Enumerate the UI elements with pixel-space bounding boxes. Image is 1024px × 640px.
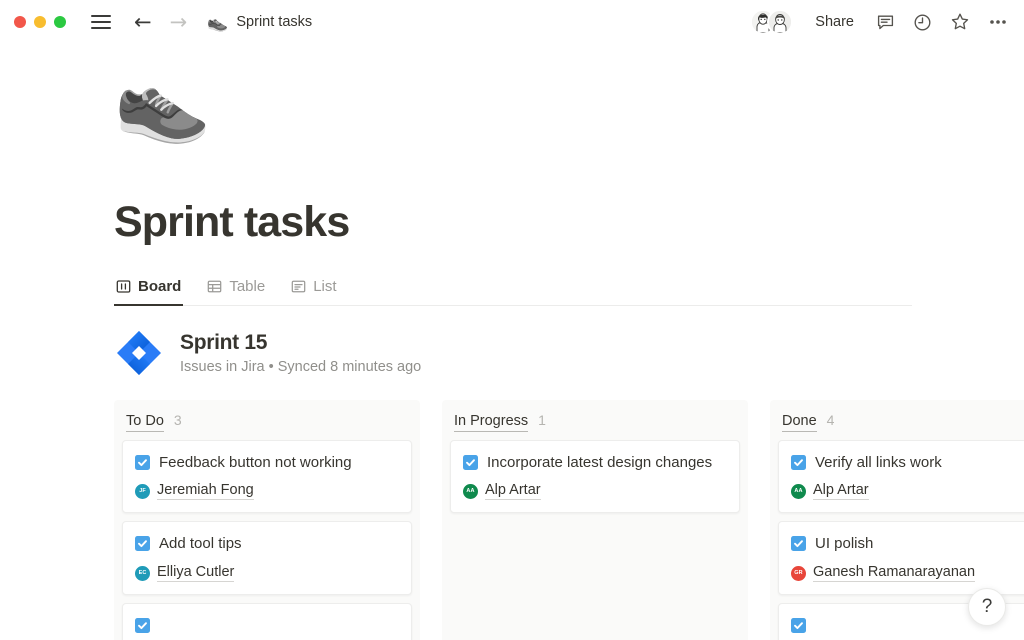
navigation-arrows: ← →	[134, 12, 187, 33]
close-window-button[interactable]	[14, 16, 26, 28]
card-title-row: Feedback button not working	[135, 452, 399, 474]
column-name: To Do	[126, 413, 164, 432]
board-card[interactable]: Feedback button not working JF Jeremiah …	[122, 440, 412, 514]
avatar: AA	[463, 484, 478, 499]
checkbox-checked-icon[interactable]	[463, 455, 478, 470]
card-title-row: Incorporate latest design changes	[463, 452, 727, 474]
assignee-name: Alp Artar	[485, 482, 541, 500]
share-button[interactable]: Share	[811, 12, 858, 32]
card-assignee[interactable]: EC Elliya Cutler	[135, 564, 399, 582]
checkbox-checked-icon[interactable]	[791, 536, 806, 551]
column-header[interactable]: To Do 3	[114, 400, 420, 440]
breadcrumb[interactable]: 👟 Sprint tasks	[207, 14, 312, 31]
avatar: AA	[791, 484, 806, 499]
column-name: In Progress	[454, 413, 528, 432]
assignee-name: Ganesh Ramanarayanan	[813, 564, 975, 582]
board-card[interactable]: Add tool tips EC Elliya Cutler	[122, 521, 412, 595]
board-card[interactable]: Verify all links work AA Alp Artar	[778, 440, 1024, 514]
window-controls	[14, 16, 66, 28]
title-bar: ← → 👟 Sprint tasks	[0, 0, 1024, 44]
card-title: Verify all links work	[815, 452, 942, 474]
card-assignee[interactable]: JF Jeremiah Fong	[135, 482, 399, 500]
source-name: Sprint 15	[180, 331, 421, 355]
shoe-icon: 👟	[207, 14, 228, 31]
card-title: Incorporate latest design changes	[487, 452, 712, 474]
breadcrumb-title: Sprint tasks	[236, 14, 312, 30]
assignee-name: Elliya Cutler	[157, 564, 234, 582]
card-title-row: Add tool tips	[135, 533, 399, 555]
card-assignee[interactable]: GR Ganesh Ramanarayanan	[791, 564, 1024, 582]
column-name: Done	[782, 413, 817, 432]
board-column-in-progress: In Progress 1 Incorporate latest design …	[442, 400, 748, 640]
source-text: Sprint 15 Issues in Jira • Synced 8 minu…	[180, 331, 421, 375]
board: To Do 3 Feedback button not working JF	[114, 400, 1024, 640]
card-title: Feedback button not working	[159, 452, 352, 474]
star-icon[interactable]	[950, 12, 970, 32]
column-count: 1	[538, 412, 546, 428]
comment-icon[interactable]	[876, 13, 895, 32]
card-assignee[interactable]: AA Alp Artar	[463, 482, 727, 500]
checkbox-checked-icon[interactable]	[135, 455, 150, 470]
source-header[interactable]: Sprint 15 Issues in Jira • Synced 8 minu…	[114, 328, 1024, 378]
tab-table-label: Table	[229, 278, 265, 295]
assignee-name: Alp Artar	[813, 482, 869, 500]
checkbox-checked-icon[interactable]	[791, 618, 806, 633]
column-count: 3	[174, 412, 182, 428]
tab-board-label: Board	[138, 278, 181, 295]
forward-arrow-icon[interactable]: →	[170, 12, 188, 33]
more-icon[interactable]	[988, 12, 1008, 32]
view-tabs: Board Table List	[114, 274, 912, 306]
help-button[interactable]: ?	[968, 588, 1006, 626]
history-icon[interactable]	[913, 13, 932, 32]
collaborator-avatars[interactable]	[750, 9, 793, 35]
checkbox-checked-icon[interactable]	[135, 618, 150, 633]
checkbox-checked-icon[interactable]	[791, 455, 806, 470]
board-icon	[116, 279, 131, 294]
minimize-window-button[interactable]	[34, 16, 46, 28]
checkbox-checked-icon[interactable]	[135, 536, 150, 551]
titlebar-actions: Share	[750, 9, 1008, 35]
card-title-row: Verify all links work	[791, 452, 1024, 474]
tab-list-label: List	[313, 278, 336, 295]
card-assignee[interactable]: AA Alp Artar	[791, 482, 1024, 500]
page-title[interactable]: Sprint tasks	[114, 198, 1024, 247]
column-cards: Feedback button not working JF Jeremiah …	[114, 440, 420, 640]
card-title: UI polish	[815, 533, 873, 555]
avatar	[767, 9, 793, 35]
column-header[interactable]: In Progress 1	[442, 400, 748, 440]
tab-list[interactable]: List	[289, 274, 338, 306]
board-card[interactable]: Incorporate latest design changes AA Alp…	[450, 440, 740, 514]
column-cards: Incorporate latest design changes AA Alp…	[442, 440, 748, 514]
card-title: Add tool tips	[159, 533, 242, 555]
board-card[interactable]: UI polish GR Ganesh Ramanarayanan	[778, 521, 1024, 595]
jira-icon	[114, 328, 164, 378]
avatar: GR	[791, 566, 806, 581]
hamburger-icon[interactable]	[90, 11, 112, 33]
table-icon	[207, 279, 222, 294]
card-title-row: UI polish	[791, 533, 1024, 555]
board-column-todo: To Do 3 Feedback button not working JF	[114, 400, 420, 640]
back-arrow-icon[interactable]: ←	[134, 12, 152, 33]
list-icon	[291, 279, 306, 294]
tab-table[interactable]: Table	[205, 274, 267, 306]
board-card[interactable]	[122, 603, 412, 640]
page-body: 👟 Sprint tasks Board	[0, 62, 1024, 640]
assignee-name: Jeremiah Fong	[157, 482, 254, 500]
app-window: ← → 👟 Sprint tasks	[0, 0, 1024, 640]
column-count: 4	[827, 412, 835, 428]
avatar: JF	[135, 484, 150, 499]
maximize-window-button[interactable]	[54, 16, 66, 28]
column-header[interactable]: Done 4	[770, 400, 1024, 440]
card-title-row	[135, 615, 399, 633]
tab-board[interactable]: Board	[114, 274, 183, 306]
avatar: EC	[135, 566, 150, 581]
page-shoe-icon[interactable]: 👟	[114, 62, 1024, 140]
source-subtitle: Issues in Jira • Synced 8 minutes ago	[180, 359, 421, 375]
